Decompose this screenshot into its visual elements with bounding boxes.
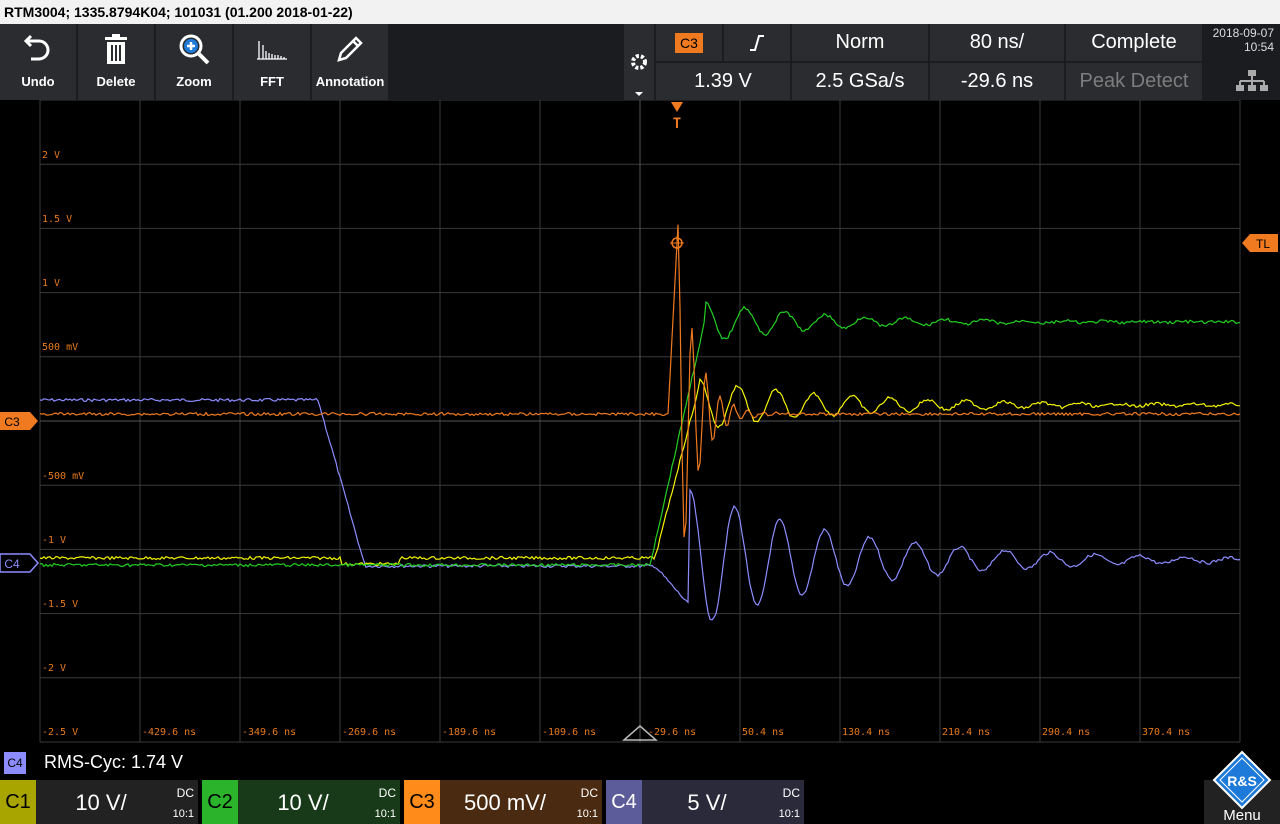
channel-c3-scale: 500 mV/ [464, 790, 546, 815]
sample-rate[interactable]: 2.5 GSa/s [792, 63, 928, 100]
measurement-bar: C4 RMS-Cyc: 1.74 V [0, 746, 1280, 780]
channel-c2-tag: C2 [202, 780, 238, 824]
time: 10:54 [1243, 40, 1274, 54]
delete-button[interactable]: Delete [78, 24, 156, 100]
x-label-3: -189.6 ns [442, 727, 496, 738]
y-label-1p5v: 1.5 V [42, 214, 72, 225]
rs-logo-icon: R&S [1212, 750, 1272, 810]
zoom-button[interactable]: Zoom [156, 24, 234, 100]
x-label-1: -349.6 ns [242, 727, 296, 738]
zoom-label: Zoom [176, 74, 212, 89]
menu-button[interactable]: R&S Menu [1204, 750, 1280, 824]
acquisition-state[interactable]: Complete [1066, 24, 1202, 61]
channel-c1-coupling: DC [176, 786, 194, 800]
annotation-button[interactable]: Annotation [312, 24, 390, 100]
channel-c3[interactable]: C3 500 mV/ DC 10:1 [404, 780, 602, 824]
channel-c4-scale: 5 V/ [687, 790, 727, 815]
x-label-8: 210.4 ns [942, 727, 990, 738]
channel-c1-scale: 10 V/ [75, 790, 127, 815]
rising-edge-icon [750, 34, 764, 51]
menu-label: Menu [1223, 807, 1261, 824]
y-label-1v: 1 V [42, 278, 60, 289]
pencil-icon [337, 36, 363, 62]
y-label-2v: 2 V [42, 150, 60, 161]
channel-c3-coupling: DC [580, 786, 598, 800]
x-label-10: 370.4 ns [1142, 727, 1190, 738]
settings-button[interactable] [624, 24, 654, 100]
x-label-4: -109.6 ns [542, 727, 596, 738]
x-label-5: -29.6 ns [648, 727, 696, 738]
measurement-channel-badge: C4 [4, 752, 26, 774]
y-label-neg2p5v: -2.5 V [42, 727, 78, 738]
y-label-neg500mv: -500 mV [42, 471, 84, 482]
date-time: 2018-09-07 10:54 [1204, 24, 1280, 100]
ch4-offset-marker[interactable]: C4 [0, 553, 40, 573]
trigger-mode[interactable]: Norm [792, 24, 928, 61]
undo-label: Undo [21, 74, 55, 89]
fft-icon [257, 41, 287, 60]
zoom-icon [179, 34, 210, 65]
channel-c4[interactable]: C4 5 V/ DC 10:1 [606, 780, 804, 824]
trigger-position-marker[interactable]: T [671, 102, 683, 132]
undo-icon [23, 34, 50, 61]
delete-label: Delete [96, 74, 136, 89]
channel-c4-coupling: DC [782, 786, 800, 800]
x-label-7: 130.4 ns [842, 727, 890, 738]
trigger-slope-button[interactable] [724, 24, 790, 61]
channel-c3-probe: 10:1 [576, 808, 598, 820]
channel-bar: C1 10 V/ DC 10:1 C2 10 V/ DC 10:1 C3 500… [0, 750, 1280, 824]
trigger-channel-button[interactable]: C3 [656, 24, 722, 61]
channel-c4-tag: C4 [606, 780, 642, 824]
timebase[interactable]: 80 ns/ [930, 24, 1064, 61]
channel-c2-probe: 10:1 [374, 808, 396, 820]
x-axis-labels: -429.6 ns -349.6 ns -269.6 ns -189.6 ns … [142, 727, 1190, 738]
trigger-channel-badge: C3 [675, 32, 703, 53]
y-label-neg1v: -1 V [42, 535, 66, 546]
crosshair-marker [670, 236, 684, 250]
measurement-value[interactable]: RMS-Cyc: 1.74 V [44, 752, 183, 773]
y-label-neg2v: -2 V [42, 663, 66, 674]
trigger-level-marker-label: TL [1256, 237, 1270, 251]
graticule [39, 100, 1241, 743]
ch3-marker-label: C3 [4, 415, 20, 429]
trigger-marker-label: T [673, 116, 681, 132]
channel-c4-probe: 10:1 [778, 808, 800, 820]
ch4-marker-label: C4 [4, 557, 20, 571]
ch3-offset-marker[interactable]: C3 [0, 412, 38, 430]
channel-c1-probe: 10:1 [172, 808, 194, 820]
fft-label: FFT [260, 74, 284, 89]
horizontal-position[interactable]: -29.6 ns [930, 63, 1064, 100]
undo-button[interactable]: Undo [0, 24, 78, 100]
annotation-label: Annotation [315, 74, 385, 89]
gear-icon [631, 54, 647, 96]
network-icon [1236, 70, 1268, 91]
x-label-9: 290.4 ns [1042, 727, 1090, 738]
date: 2018-09-07 [1212, 26, 1274, 40]
waveform-canvas: 2 V 1.5 V 1 V 500 mV -500 mV -1 V -1.5 V… [0, 100, 1278, 743]
acquisition-mode[interactable]: Peak Detect [1066, 63, 1202, 100]
channel-c3-tag: C3 [404, 780, 440, 824]
fft-button[interactable]: FFT [234, 24, 312, 100]
channel-c2-coupling: DC [378, 786, 396, 800]
window-title: RTM3004; 1335.8794K04; 101031 (01.200 20… [0, 0, 1280, 24]
trigger-level-marker[interactable]: TL [1242, 234, 1278, 252]
x-label-2: -269.6 ns [342, 727, 396, 738]
trash-icon [105, 34, 127, 64]
y-label-neg1p5v: -1.5 V [42, 599, 78, 610]
channel-c2[interactable]: C2 10 V/ DC 10:1 [202, 780, 400, 824]
channel-c2-scale: 10 V/ [277, 790, 329, 815]
logo-text: R&S [1227, 773, 1257, 789]
waveform-display[interactable]: 2 V 1.5 V 1 V 500 mV -500 mV -1 V -1.5 V… [0, 100, 1280, 744]
y-axis-labels: 2 V 1.5 V 1 V 500 mV -500 mV -1 V -1.5 V… [42, 150, 84, 738]
x-label-6: 50.4 ns [742, 727, 784, 738]
trigger-level[interactable]: 1.39 V [656, 63, 790, 100]
channel-c1[interactable]: C1 10 V/ DC 10:1 [0, 780, 198, 824]
x-label-0: -429.6 ns [142, 727, 196, 738]
y-label-500mv: 500 mV [42, 342, 78, 353]
channel-c1-tag: C1 [0, 780, 36, 824]
